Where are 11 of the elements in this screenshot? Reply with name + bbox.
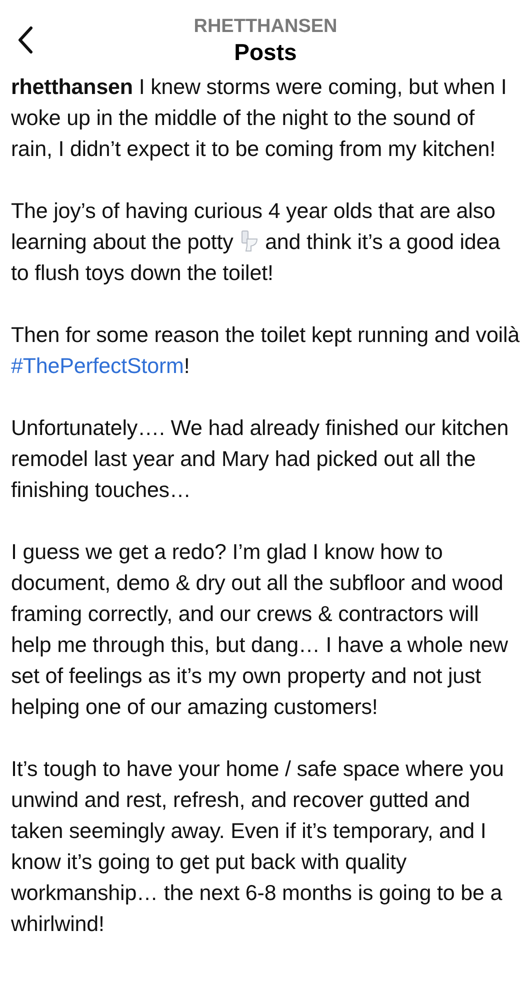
page-title: Posts (234, 38, 297, 66)
toilet-icon (239, 230, 260, 252)
hashtag-link[interactable]: #ThePerfectStorm (11, 354, 184, 378)
caption-paragraph: rhetthansen I knew storms were coming, but when I woke up in the middle of the night to the sound of rain, I didn’t expect it to be coming from my kitchen! (11, 74, 508, 163)
back-chevron-icon (18, 26, 34, 54)
caption-paragraph: Unfortunately…. We had already finished our kitchen remodel last year and Mary had picked out all the finishing touches… (11, 415, 510, 504)
caption-paragraph: The joy’s of having curious 4 year olds that are also learning about the potty and think it’s a good idea to flush toys down the toilet! (11, 198, 502, 287)
account-name: RHETTHANSEN (194, 16, 338, 38)
caption-paragraph: I guess we get a redo? I’m glad I know how to document, demo & dry out all the subfloor and wood framing correctly, and our crews & contractors will help me through this, but dang… I have a whole new set of feelings as it’s my own property and not just helping one of our amazing customers! (11, 539, 509, 721)
caption-paragraph: It’s tough to have your home / safe space where you unwind and rest, refresh, and recover gutted and taken seemingly away. Even if it’s temporary, and I know it’s going to get put back with quality workmanship… the next 6-8 months is going to be a whirlwind! (11, 756, 505, 938)
caption-paragraph: Then for some reason the toilet kept running and voilà #ThePerfectStorm! (11, 322, 520, 380)
